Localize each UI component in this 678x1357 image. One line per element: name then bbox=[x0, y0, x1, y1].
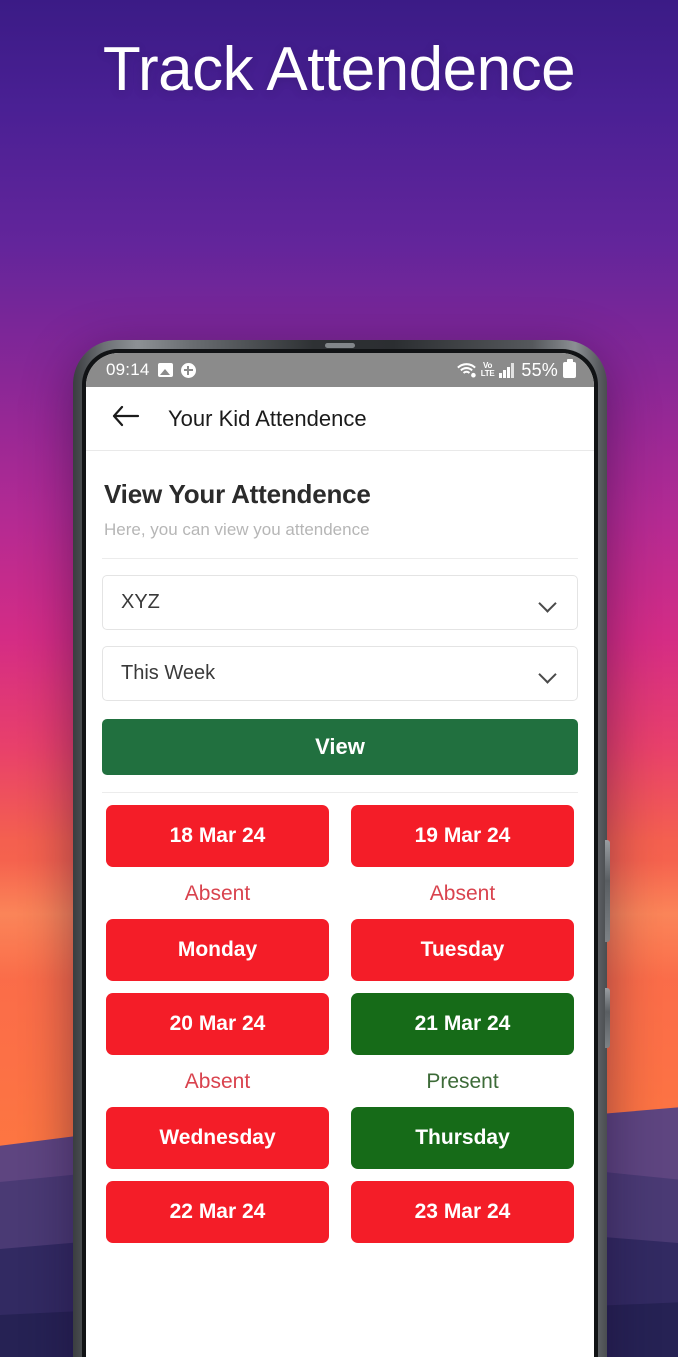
volte-icon: Vo LTE bbox=[481, 362, 495, 378]
chevron-down-icon bbox=[537, 592, 559, 614]
attendance-cell: 23 Mar 24 bbox=[351, 1169, 574, 1243]
status-bar-right: Vo LTE 55% bbox=[456, 359, 576, 381]
student-select-value: XYZ bbox=[121, 591, 160, 613]
signal-icon bbox=[499, 362, 516, 378]
attendance-date-chip[interactable]: 21 Mar 24 bbox=[351, 993, 574, 1055]
chevron-down-icon bbox=[537, 663, 559, 685]
section-header: View Your Attendence Here, you can view … bbox=[102, 451, 578, 540]
attendance-date-chip[interactable]: 22 Mar 24 bbox=[106, 1181, 329, 1243]
phone-screen: 09:14 Vo LTE 55% Your Kid Attendence Vie… bbox=[86, 353, 594, 1357]
view-button[interactable]: View bbox=[102, 719, 578, 775]
section-subtitle: Here, you can view you attendence bbox=[104, 520, 370, 539]
volte-line-2: LTE bbox=[480, 369, 495, 378]
section-title: View Your Attendence bbox=[104, 479, 371, 509]
attendance-date-chip[interactable]: 19 Mar 24 bbox=[351, 805, 574, 867]
photo-icon bbox=[157, 363, 173, 377]
header-divider bbox=[102, 558, 578, 559]
main-content: View Your Attendence Here, you can view … bbox=[86, 451, 594, 1243]
period-select[interactable]: This Week bbox=[102, 646, 578, 701]
arrow-left-icon bbox=[112, 405, 140, 432]
battery-icon bbox=[563, 359, 576, 378]
status-bar-left: 09:14 bbox=[106, 360, 196, 380]
phone-mockup: 09:14 Vo LTE 55% Your Kid Attendence Vie… bbox=[73, 340, 610, 1357]
status-bar: 09:14 Vo LTE 55% bbox=[86, 353, 594, 387]
attendance-status-label: Absent bbox=[184, 882, 251, 905]
accessibility-icon bbox=[180, 362, 196, 378]
attendance-status-label: Absent bbox=[429, 882, 496, 905]
attendance-day-chip[interactable]: Tuesday bbox=[351, 919, 574, 981]
attendance-cell: 21 Mar 24 Present Thursday bbox=[351, 981, 574, 1169]
attendance-day-chip[interactable]: Thursday bbox=[351, 1107, 574, 1169]
app-bar: Your Kid Attendence bbox=[86, 387, 594, 451]
attendance-day-chip[interactable]: Wednesday bbox=[106, 1107, 329, 1169]
attendance-cell: 18 Mar 24 Absent Monday bbox=[106, 793, 329, 981]
attendance-cell: 19 Mar 24 Absent Tuesday bbox=[351, 793, 574, 981]
status-time: 09:14 bbox=[106, 360, 150, 379]
attendance-date-chip[interactable]: 18 Mar 24 bbox=[106, 805, 329, 867]
battery-percent: 55% bbox=[521, 359, 558, 380]
wifi-icon bbox=[456, 362, 476, 378]
student-select[interactable]: XYZ bbox=[102, 575, 578, 630]
hero-title: Track Attendence bbox=[102, 35, 576, 104]
attendance-date-chip[interactable]: 23 Mar 24 bbox=[351, 1181, 574, 1243]
power-button[interactable] bbox=[605, 988, 610, 1048]
volume-button[interactable] bbox=[605, 840, 610, 942]
page-title: Your Kid Attendence bbox=[168, 405, 367, 431]
attendance-status-label: Present bbox=[426, 1070, 499, 1093]
attendance-cell: 22 Mar 24 bbox=[106, 1169, 329, 1243]
attendance-status-label: Absent bbox=[184, 1070, 251, 1093]
period-select-value: This Week bbox=[121, 662, 216, 684]
attendance-date-chip[interactable]: 20 Mar 24 bbox=[106, 993, 329, 1055]
phone-bezel: 09:14 Vo LTE 55% Your Kid Attendence Vie… bbox=[82, 343, 598, 1357]
attendance-day-chip[interactable]: Monday bbox=[106, 919, 329, 981]
attendance-cell: 20 Mar 24 Absent Wednesday bbox=[106, 981, 329, 1169]
back-button[interactable] bbox=[106, 399, 146, 439]
attendance-grid: 18 Mar 24 Absent Monday 19 Mar 24 Absent Tues… bbox=[102, 793, 578, 1243]
